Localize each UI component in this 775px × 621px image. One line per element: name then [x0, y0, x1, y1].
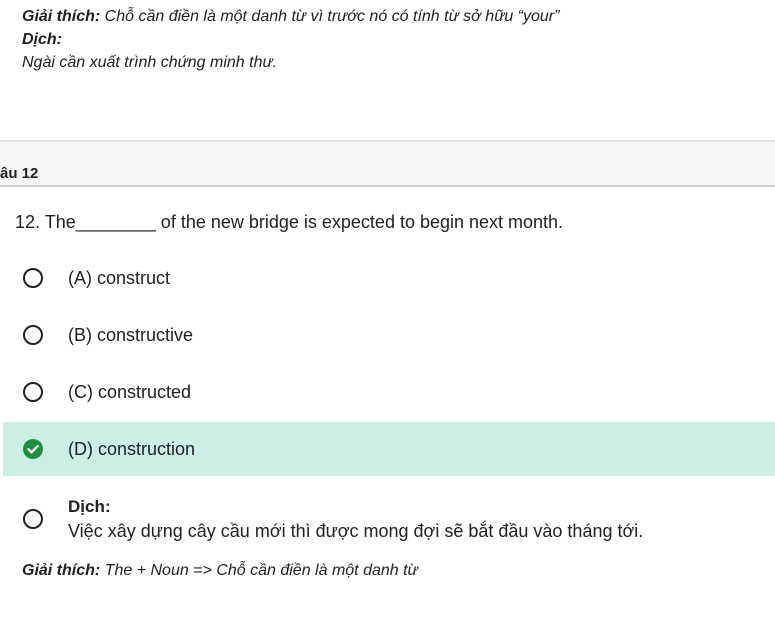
- radio-empty-icon[interactable]: [23, 268, 43, 288]
- question-header: [0, 142, 775, 186]
- previous-explanation: Giải thích: Chỗ cần điền là một danh từ …: [0, 0, 775, 140]
- radio-empty-icon[interactable]: [23, 509, 43, 529]
- option-b-label: (B) constructive: [68, 324, 194, 345]
- answer-translate-label: Dịch:: [68, 497, 111, 516]
- option-d-label: (D) construction: [68, 438, 196, 459]
- question-text: 12. The________ of the new bridge is exp…: [15, 212, 564, 232]
- option-c-label: (C) constructed: [68, 381, 192, 402]
- option-a[interactable]: (A) construct: [3, 251, 775, 305]
- previous-explain-label: Giải thích:: [22, 8, 101, 25]
- radio-empty-icon[interactable]: [23, 325, 43, 345]
- radio-empty-icon[interactable]: [23, 382, 43, 402]
- previous-translate-label-line: Dịch:: [22, 31, 62, 49]
- answer-explanation: Giải thích: The + Noun => Chỗ cần điền l…: [22, 562, 418, 580]
- previous-explain-line: Giải thích: Chỗ cần điền là một danh từ …: [22, 8, 559, 26]
- answer-explain-label: Giải thích:: [22, 562, 101, 579]
- section-divider-bottom: [0, 185, 775, 187]
- previous-translate-text: Ngài cần xuất trình chứng minh thư.: [22, 54, 278, 71]
- option-c[interactable]: (C) constructed: [3, 365, 775, 419]
- option-b[interactable]: (B) constructive: [3, 308, 775, 362]
- check-circle-icon[interactable]: [23, 439, 43, 459]
- option-d-correct[interactable]: (D) construction: [3, 422, 775, 476]
- previous-explain-text: Chỗ cần điền là một danh từ vì trước nó …: [100, 8, 560, 25]
- question-header-title: âu 12: [0, 165, 39, 182]
- previous-translate-label: Dịch:: [22, 31, 62, 48]
- answer-translate-text: Việc xây dựng cây cầu mới thì được mong …: [68, 521, 644, 541]
- option-a-label: (A) construct: [68, 267, 171, 288]
- answer-explain-text: The + Noun => Chỗ cần điền là một danh t…: [100, 562, 418, 579]
